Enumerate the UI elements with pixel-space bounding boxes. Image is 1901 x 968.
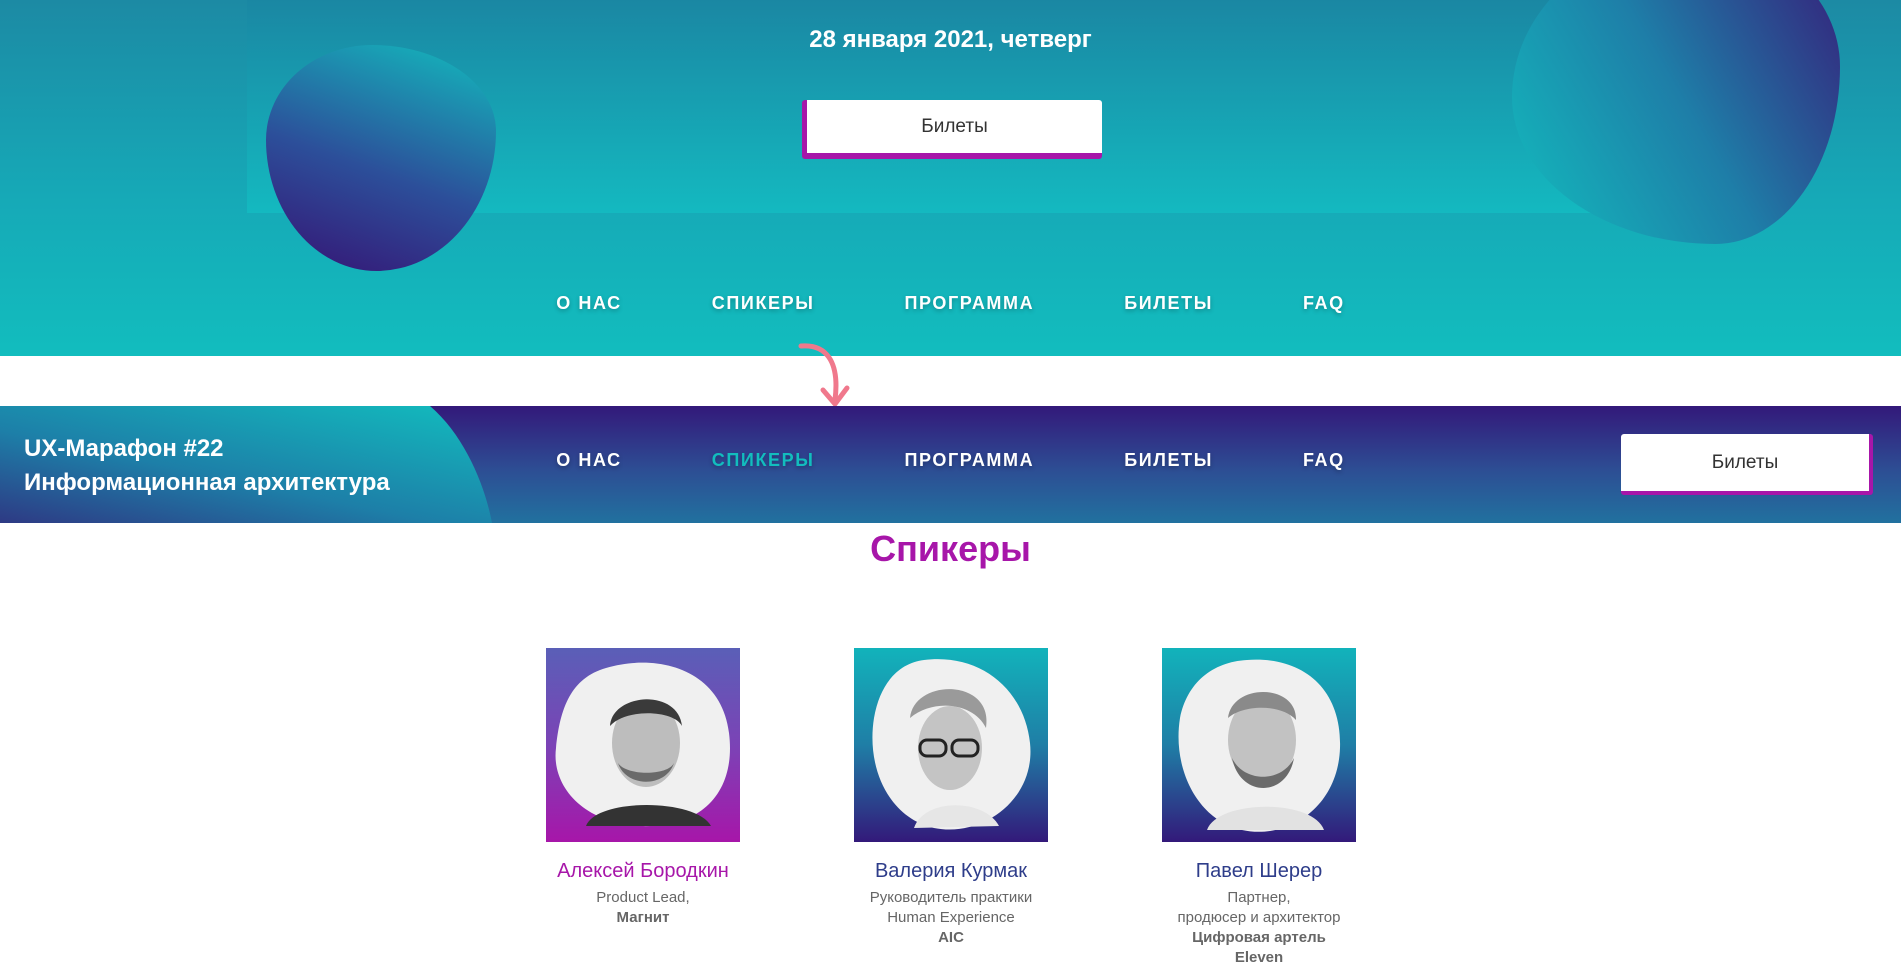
speaker-role-line2: продюсер и архитектор xyxy=(1177,909,1341,926)
speaker-photo[interactable] xyxy=(1162,648,1356,842)
page: 28 января 2021, четверг Билеты О НАС СПИ… xyxy=(0,0,1901,968)
sticky-nav-item-speakers[interactable]: СПИКЕРЫ xyxy=(712,450,815,471)
hero-section: 28 января 2021, четверг Билеты О НАС СПИ… xyxy=(0,0,1901,356)
speaker-photo[interactable] xyxy=(854,648,1048,842)
speaker-card[interactable]: Алексей Бородкин Product Lead, Магнит xyxy=(503,648,783,928)
speaker-role: Руководитель практики Human Experience xyxy=(811,888,1091,928)
nav-item-program[interactable]: ПРОГРАММА xyxy=(904,293,1034,314)
sticky-header: UX-Марафон #22 Информационная архитектур… xyxy=(0,406,1901,523)
site-title-line2: Информационная архитектура xyxy=(24,469,390,496)
speaker-card[interactable]: Валерия Курмак Руководитель практики Hum… xyxy=(811,648,1091,948)
speaker-name[interactable]: Валерия Курмак xyxy=(811,860,1091,883)
speaker-name[interactable]: Павел Шерер xyxy=(1119,860,1399,883)
nav-item-faq[interactable]: FAQ xyxy=(1303,293,1345,314)
nav-item-tickets[interactable]: БИЛЕТЫ xyxy=(1124,293,1213,314)
sticky-nav-item-program[interactable]: ПРОГРАММА xyxy=(904,450,1034,471)
speaker-portrait-image xyxy=(872,659,1031,830)
speaker-role-line1: Партнер, xyxy=(1227,889,1291,906)
speaker-name[interactable]: Алексей Бородкин xyxy=(503,860,783,883)
speaker-portrait-image xyxy=(555,662,730,827)
decorative-blob-left xyxy=(266,45,496,271)
speaker-company-line1: Цифровая артель xyxy=(1192,929,1326,946)
speaker-company: Цифровая артель Eleven xyxy=(1119,928,1399,968)
speaker-role: Партнер, продюсер и архитектор xyxy=(1119,888,1399,928)
speaker-role-line1: Руководитель практики xyxy=(869,889,1033,906)
sticky-nav-item-tickets[interactable]: БИЛЕТЫ xyxy=(1124,450,1213,471)
speaker-portrait-image xyxy=(1178,659,1341,832)
speaker-photo[interactable] xyxy=(546,648,740,842)
speakers-title: Спикеры xyxy=(870,528,1031,569)
nav-item-speakers[interactable]: СПИКЕРЫ xyxy=(712,293,815,314)
hero-nav: О НАС СПИКЕРЫ ПРОГРАММА БИЛЕТЫ FAQ xyxy=(0,293,1901,314)
hero-tickets-button[interactable]: Билеты xyxy=(802,100,1102,159)
sticky-tickets-button[interactable]: Билеты xyxy=(1621,434,1873,495)
speaker-role: Product Lead, xyxy=(596,889,690,906)
sticky-nav: О НАС СПИКЕРЫ ПРОГРАММА БИЛЕТЫ FAQ xyxy=(0,450,1901,471)
sticky-nav-item-faq[interactable]: FAQ xyxy=(1303,450,1345,471)
speaker-company-line2: Eleven xyxy=(1234,949,1284,966)
sticky-nav-item-about[interactable]: О НАС xyxy=(556,450,622,471)
speaker-role-line2: Human Experience xyxy=(887,909,1015,926)
speaker-company: Магнит xyxy=(616,909,670,926)
speaker-card[interactable]: Павел Шерер Партнер, продюсер и архитект… xyxy=(1119,648,1399,968)
event-date: 28 января 2021, четверг xyxy=(809,26,1092,53)
nav-item-about[interactable]: О НАС xyxy=(556,293,622,314)
speaker-company: AIC xyxy=(938,929,964,946)
